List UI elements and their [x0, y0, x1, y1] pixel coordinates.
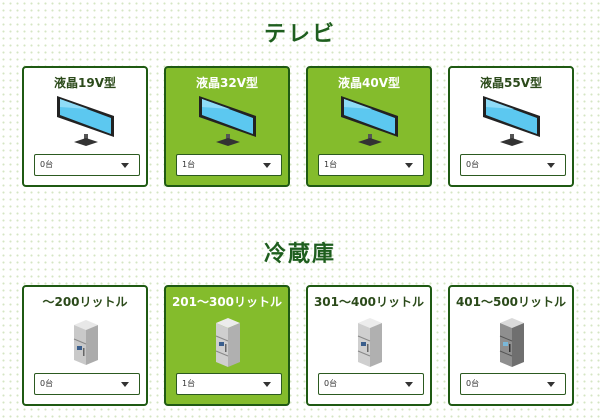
tv-card-19[interactable]: 液晶19V型 0台: [22, 66, 148, 187]
quantity-select[interactable]: 0台: [460, 154, 566, 176]
quantity-select[interactable]: 0台: [34, 373, 140, 395]
fridge-card-label: 401～500リットル: [455, 295, 567, 309]
fridge-icon: [194, 311, 262, 369]
tv-card-label: 液晶32V型: [196, 76, 258, 90]
quantity-value: 1台: [182, 379, 196, 388]
fridge-card-200[interactable]: ～200リットル 0台: [22, 285, 148, 406]
tv-card-label: 液晶55V型: [480, 76, 542, 90]
quantity-value: 0台: [324, 379, 338, 388]
chevron-down-icon: [547, 163, 555, 168]
fridge-icon: [336, 311, 404, 369]
fridge-card-300[interactable]: 201～300リットル 1台: [164, 285, 290, 406]
tv-card-40[interactable]: 液晶40V型 1台: [306, 66, 432, 187]
fridge-card-label: 301～400リットル: [313, 295, 425, 309]
section-title-fridge: 冷蔵庫: [263, 242, 336, 267]
quantity-select[interactable]: 0台: [34, 154, 140, 176]
chevron-down-icon: [547, 382, 555, 387]
tv-card-label: 液晶19V型: [54, 76, 116, 90]
tv-card-label: 液晶40V型: [338, 76, 400, 90]
quantity-value: 0台: [466, 379, 480, 388]
tv-card-32[interactable]: 液晶32V型 1台: [164, 66, 290, 187]
quantity-value: 1台: [324, 160, 338, 169]
chevron-down-icon: [405, 382, 413, 387]
fridge-card-400[interactable]: 301～400リットル 0台: [306, 285, 432, 406]
tv-icon: [478, 92, 546, 150]
fridge-small-icon: [52, 311, 120, 369]
quantity-select[interactable]: 0台: [460, 373, 566, 395]
chevron-down-icon: [121, 382, 129, 387]
tv-card-55[interactable]: 液晶55V型 0台: [448, 66, 574, 187]
tv-icon: [336, 92, 404, 150]
quantity-select[interactable]: 0台: [318, 373, 424, 395]
quantity-select[interactable]: 1台: [176, 154, 282, 176]
chevron-down-icon: [263, 163, 271, 168]
quantity-value: 1台: [182, 160, 196, 169]
fridge-card-label: 201～300リットル: [171, 295, 283, 309]
quantity-select[interactable]: 1台: [176, 373, 282, 395]
chevron-down-icon: [263, 382, 271, 387]
chevron-down-icon: [121, 163, 129, 168]
fridge-card-500[interactable]: 401～500リットル 0台: [448, 285, 574, 406]
tv-icon: [194, 92, 262, 150]
fridge-card-label: ～200リットル: [42, 295, 128, 309]
section-title-tv: テレビ: [263, 22, 336, 47]
chevron-down-icon: [405, 163, 413, 168]
quantity-value: 0台: [40, 160, 54, 169]
quantity-value: 0台: [40, 379, 54, 388]
quantity-select[interactable]: 1台: [318, 154, 424, 176]
quantity-value: 0台: [466, 160, 480, 169]
fridge-dark-icon: [478, 311, 546, 369]
tv-icon: [52, 92, 120, 150]
